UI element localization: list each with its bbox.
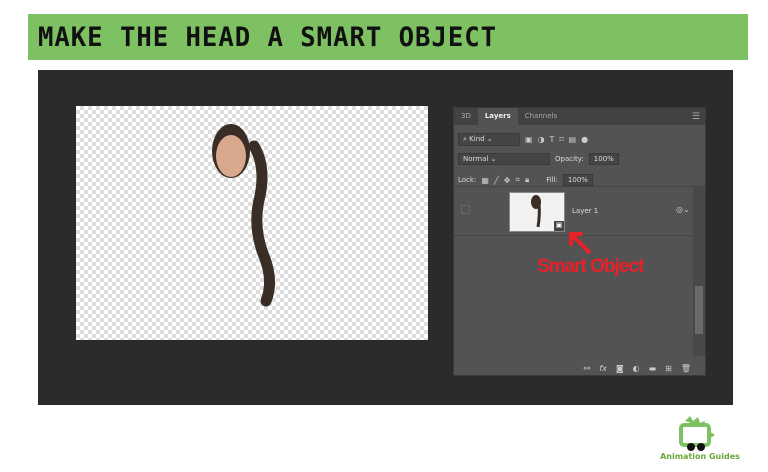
scrollbar[interactable] — [693, 186, 705, 356]
mask-icon[interactable]: ◙ — [616, 364, 624, 373]
photoshop-workspace: 3D Layers Channels ☰ ⌕ Kind ⌄ ▣ ◑ T ⌑ ▤ … — [38, 70, 733, 405]
blend-mode-value: Normal — [463, 155, 489, 163]
adjustment-filter-icon[interactable]: ◑ — [538, 135, 545, 144]
type-filter-icon[interactable]: T — [550, 135, 555, 144]
smart-object-badge-icon: ▣ — [554, 221, 564, 231]
layer-options-icon[interactable]: ◎⌄ — [676, 205, 690, 214]
logo-text: Animation Guides — [660, 452, 740, 461]
layer-name[interactable]: Layer 1 — [572, 207, 598, 215]
layer-thumbnail: ▣ — [509, 192, 565, 232]
filter-label: Kind — [469, 135, 485, 143]
arrow-icon — [569, 232, 591, 254]
fill-label: Fill: — [546, 176, 558, 184]
pixel-filter-icon[interactable]: ▣ — [525, 135, 533, 144]
panel-footer: ⚯ fx ◙ ◐ ▬ ⊞ 🗑︎ — [584, 364, 691, 373]
lock-paint-icon[interactable]: ╱ — [494, 176, 499, 185]
opacity-input[interactable]: 100% — [588, 153, 619, 165]
fx-icon[interactable]: fx — [599, 364, 607, 373]
lock-pixels-icon[interactable]: ▦ — [481, 176, 489, 185]
new-layer-icon[interactable]: ⊞ — [665, 364, 672, 373]
lock-artboard-icon[interactable]: ⌗ — [515, 175, 520, 185]
lock-position-icon[interactable]: ✥ — [504, 176, 511, 185]
adjustment-icon[interactable]: ◐ — [633, 364, 640, 373]
visibility-toggle[interactable] — [461, 205, 470, 214]
blend-mode-select[interactable]: Normal ⌄ — [458, 153, 550, 165]
animation-guides-logo: Animation Guides — [660, 415, 740, 465]
tab-layers[interactable]: Layers — [477, 108, 518, 125]
document-canvas[interactable] — [76, 106, 428, 340]
filter-kind-select[interactable]: ⌕ Kind ⌄ — [458, 133, 520, 146]
smart-object-callout: Smart Object — [537, 256, 644, 277]
scrollbar-thumb[interactable] — [695, 286, 703, 334]
fill-input[interactable]: 100% — [562, 174, 593, 186]
head-image — [212, 124, 275, 307]
title-banner: MAKE THE HEAD A SMART OBJECT — [28, 14, 748, 60]
panel-menu-icon[interactable]: ☰ — [692, 112, 700, 122]
trash-icon[interactable]: 🗑︎ — [681, 364, 691, 373]
tab-channels[interactable]: Channels — [518, 108, 564, 125]
page-title: MAKE THE HEAD A SMART OBJECT — [38, 22, 497, 53]
folder-icon[interactable]: ▬ — [649, 364, 657, 373]
shape-filter-icon[interactable]: ⌑ — [559, 135, 563, 144]
link-icon[interactable]: ⚯ — [584, 364, 591, 373]
smart-object-filter-icon[interactable]: ▤ — [569, 135, 577, 144]
opacity-label: Opacity: — [555, 155, 584, 163]
lock-all-icon[interactable]: 🔒︎ — [525, 175, 529, 185]
filter-toggle-icon[interactable]: ● — [581, 135, 588, 144]
tab-3d[interactable]: 3D — [454, 108, 478, 125]
lock-label: Lock: — [458, 176, 477, 184]
